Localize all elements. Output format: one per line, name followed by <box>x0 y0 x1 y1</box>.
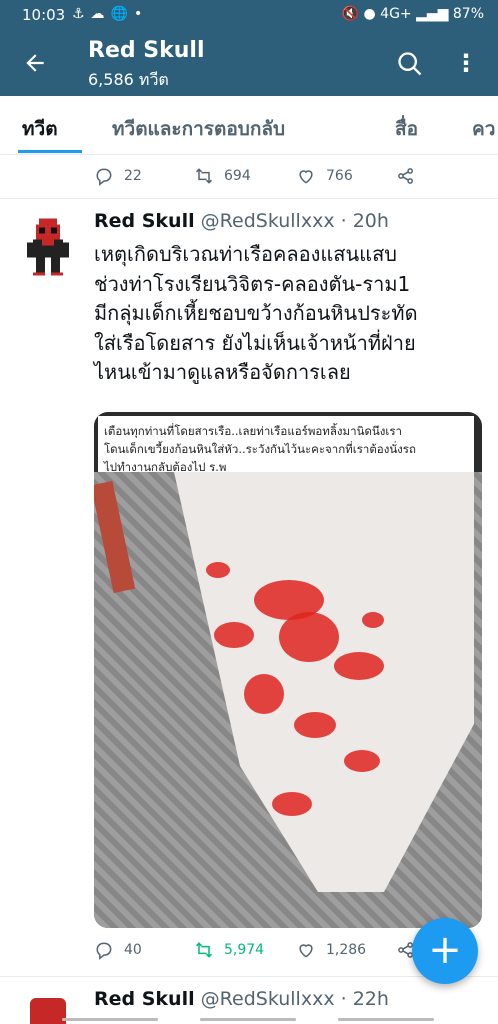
tweet-line: ไหนเข้ามาดูแลหรือจัดการเลย <box>94 360 351 384</box>
reply-count: 40 <box>124 942 142 958</box>
blood-stain <box>272 792 312 816</box>
tweet-time: · 20h <box>340 210 389 232</box>
caption-line: โดนเด็กเขวี้ยงก้อนหินใส่หัว..ระวังกันไว้… <box>104 442 416 456</box>
image-caption: เตือนทุกท่านที่โดยสารเรือ..เลยท่าเรือแอร… <box>98 416 474 474</box>
blood-stain <box>334 652 384 680</box>
reply-button[interactable]: 22 <box>94 166 142 186</box>
tweet-divider <box>0 198 498 199</box>
battery-label: 87% <box>452 6 484 22</box>
author-name[interactable]: Red Skull <box>94 210 195 232</box>
profile-header: Red Skull 6,586 ทวีต ⋮ <box>0 32 498 96</box>
next-tweet-header: Red Skull @RedSkullxxx · 22h <box>94 988 389 1010</box>
author-handle[interactable]: @RedSkullxxx <box>201 988 335 1010</box>
heart-icon <box>299 170 313 184</box>
tweet-line: มีกลุ่มเด็กเหี้ยชอบขว้างก้อนหินประทัด <box>94 301 418 325</box>
gesture-bar <box>0 1016 498 1024</box>
reply-button[interactable]: 40 <box>94 940 142 960</box>
search-icon[interactable] <box>396 50 424 78</box>
share-button[interactable] <box>396 166 426 186</box>
like-button[interactable]: 1,286 <box>296 940 366 960</box>
tweet-time: · 22h <box>340 988 389 1010</box>
caption-line: ไปทำงานกลับต้องไป ร.พ <box>104 460 227 474</box>
blood-stain <box>279 612 339 662</box>
blood-stain <box>214 622 254 648</box>
like-count: 766 <box>326 168 353 184</box>
retweet-icon <box>195 942 213 958</box>
location-icon: ● <box>363 6 376 22</box>
tweet-image[interactable]: เตือนทุกท่านที่โดยสารเรือ..เลยท่าเรือแอร… <box>94 412 482 928</box>
tweet-count: 6,586 ทวีต <box>88 70 169 89</box>
caption-line: เตือนทุกท่านที่โดยสารเรือ..เลยท่าเรือแอร… <box>104 424 402 438</box>
tweet-line: ใส่เรือโดยสาร ยังไม่เห็นเจ้าหน้าที่ฝ่าย <box>94 330 416 355</box>
tab-tweets-replies[interactable]: ทวีตและการตอบกลับ <box>112 114 285 144</box>
blood-stain <box>344 750 380 772</box>
tweet-text: เหตุเกิดบริเวณท่าเรือคลองแสนแสบ ช่วงท่าโ… <box>94 240 486 388</box>
tab-likes[interactable]: คว <box>472 114 495 144</box>
clock: 10:03 <box>22 6 66 24</box>
network-label: 4G+ <box>380 6 412 22</box>
tweet-header: Red Skull @RedSkullxxx · 20h <box>94 210 389 232</box>
retweet-button[interactable]: 5,974 <box>194 940 264 960</box>
plus-icon: + <box>428 927 462 973</box>
blood-stain <box>362 612 384 628</box>
tab-media[interactable]: สื่อ <box>395 114 418 144</box>
tweet-line: เหตุเกิดบริเวณท่าเรือคลองแสนแสบ <box>94 242 397 266</box>
compose-tweet-button[interactable]: + <box>412 918 478 984</box>
reply-count: 22 <box>124 168 142 184</box>
status-bar: 10:03 ⚓☁🌐• 🔇 ● 4G+ ▂▄▆ 87% <box>0 0 498 32</box>
avatar[interactable] <box>24 218 72 276</box>
retweet-icon <box>195 168 213 184</box>
reply-icon <box>96 942 112 960</box>
tab-tweets[interactable]: ทวีต <box>22 114 58 144</box>
heart-icon <box>299 944 313 958</box>
blood-stain <box>244 674 284 714</box>
prev-tweet-actions: 22 694 766 <box>0 158 498 194</box>
tweet-line: ช่วงท่าโรงเรียนวิจิตร-คลองตัน-ราม1 <box>94 271 411 296</box>
signal-icon: ▂▄▆ <box>416 6 449 22</box>
profile-tabs: ทวีต ทวีตและการตอบกลับ สื่อ คว <box>0 96 498 155</box>
profile-title: Red Skull <box>88 38 205 63</box>
active-tab-indicator <box>18 150 82 153</box>
share-icon <box>398 168 413 184</box>
more-options-icon[interactable]: ⋮ <box>454 46 478 80</box>
back-arrow-icon[interactable] <box>22 50 48 81</box>
mute-icon: 🔇 <box>341 6 360 22</box>
author-name[interactable]: Red Skull <box>94 988 195 1010</box>
author-handle[interactable]: @RedSkullxxx <box>201 210 335 232</box>
retweet-count: 5,974 <box>224 942 265 958</box>
blood-stain <box>294 712 336 738</box>
retweet-count: 694 <box>224 168 251 184</box>
retweet-button[interactable]: 694 <box>194 166 251 186</box>
like-count: 1,286 <box>326 942 367 958</box>
reply-icon <box>96 168 112 186</box>
status-icons-left: ⚓☁🌐• <box>72 6 149 22</box>
like-button[interactable]: 766 <box>296 166 353 186</box>
blood-stain <box>206 562 230 578</box>
status-icons-right: 🔇 ● 4G+ ▂▄▆ 87% <box>342 6 484 22</box>
